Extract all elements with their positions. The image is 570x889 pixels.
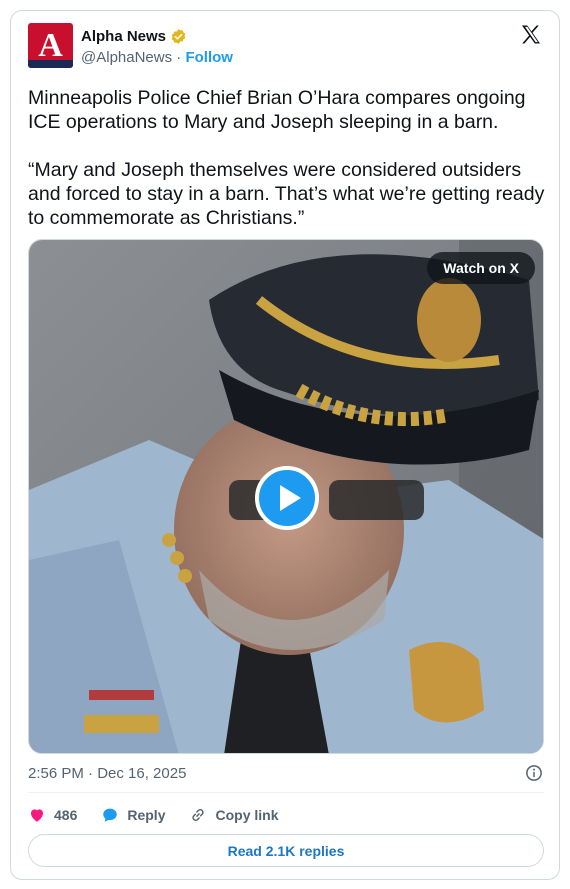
author-name-text[interactable]: Alpha News [81,28,166,45]
copy-link-button[interactable]: Copy link [189,806,279,824]
x-logo-icon[interactable] [519,23,543,47]
heart-icon [31,809,43,822]
tweet-text: Minneapolis Police Chief Brian O’Hara co… [28,86,548,230]
follow-button[interactable]: Follow [185,49,233,66]
action-bar: 486 Reply Copy link [28,804,303,826]
tweet-paragraph-2: “Mary and Joseph themselves were conside… [28,159,545,229]
reply-button[interactable]: Reply [101,806,165,824]
author-handle[interactable]: @AlphaNews [81,49,172,66]
video-player[interactable]: Watch on X [28,239,544,754]
author-name[interactable]: Alpha News [81,28,187,45]
like-count: 486 [54,807,78,823]
play-icon[interactable] [255,466,319,530]
info-icon[interactable] [525,764,543,782]
divider [28,792,544,793]
verified-badge-icon [171,29,186,44]
like-button[interactable]: 486 [28,806,77,824]
handle-line: @AlphaNews · Follow [81,49,233,66]
reply-label: Reply [127,807,166,823]
watch-on-x-button[interactable]: Watch on X [427,252,535,284]
tweet-timestamp[interactable]: 2:56 PM · Dec 16, 2025 [28,765,186,782]
tweet-card: A Alpha News @AlphaNews · Follow Minneap… [10,10,560,880]
tweet-paragraph-1: Minneapolis Police Chief Brian O’Hara co… [28,87,526,133]
reply-icon [103,808,118,822]
avatar[interactable]: A [28,23,73,68]
handle-separator: · [176,49,182,66]
link-icon [192,808,205,822]
copy-link-label: Copy link [215,807,279,823]
avatar-letter: A [38,27,63,64]
read-replies-button[interactable]: Read 2.1K replies [28,834,544,867]
